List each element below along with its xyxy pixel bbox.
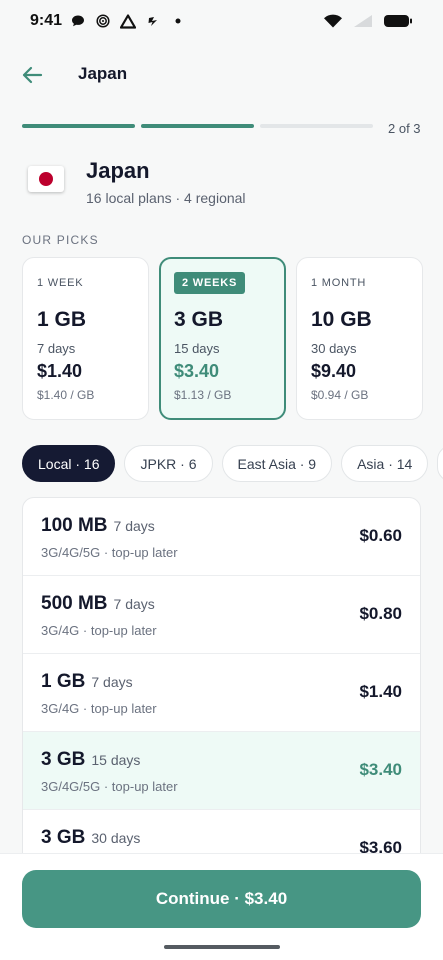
wifi-icon bbox=[323, 13, 343, 29]
plan-days: 15 days bbox=[91, 752, 141, 768]
chat-bubble-icon bbox=[70, 13, 86, 29]
plan-days: 30 days bbox=[91, 830, 141, 846]
progress-segment-1 bbox=[22, 124, 135, 128]
signal-icon bbox=[353, 13, 373, 29]
plan-days: 7 days bbox=[113, 518, 155, 534]
step-progress bbox=[22, 124, 373, 128]
plan-price: $3.40 bbox=[359, 760, 402, 779]
pick-price: $3.40 bbox=[174, 361, 220, 381]
plan-data-amount: 100 MB 7 days bbox=[41, 515, 155, 537]
pick-price: $1.40 bbox=[37, 361, 83, 381]
status-time: 9:41 bbox=[30, 12, 63, 29]
plan-row-selected[interactable]: 3 GB 15 days 3G/4G/5G · top-up later $3.4… bbox=[23, 732, 420, 810]
notification-icons bbox=[70, 13, 186, 29]
pick-days: 30 days bbox=[311, 341, 357, 356]
plan-network: 3G/4G/5G · top-up later bbox=[41, 779, 178, 794]
pick-duration-label: 2 WEEKS bbox=[174, 272, 246, 294]
chip-more[interactable] bbox=[437, 445, 443, 482]
page-title: Japan bbox=[78, 64, 128, 83]
progress-segment-2 bbox=[141, 124, 254, 128]
back-button[interactable] bbox=[18, 62, 46, 88]
plan-network: 3G/4G · top-up later bbox=[41, 701, 157, 716]
chip-local[interactable]: Local · 16 bbox=[22, 445, 116, 482]
pick-card-2-weeks[interactable]: 2 WEEKS 3 GB 15 days $3.40 $1.13 / GB bbox=[159, 257, 286, 420]
target-icon bbox=[95, 13, 111, 29]
plan-network: 3G/4G · top-up later bbox=[41, 623, 157, 638]
step-indicator: 2 of 3 bbox=[388, 121, 421, 136]
plan-row[interactable]: 500 MB 7 days 3G/4G · top-up later $0.80 bbox=[23, 576, 420, 654]
pick-days: 15 days bbox=[174, 341, 220, 356]
bolt-icon bbox=[145, 13, 161, 29]
pick-duration-label: 1 WEEK bbox=[37, 277, 84, 289]
plan-list: 100 MB 7 days 3G/4G/5G · top-up later $0.… bbox=[22, 497, 421, 857]
arrow-left-icon bbox=[22, 66, 43, 84]
plan-data-value: 3 GB bbox=[41, 749, 86, 770]
pick-duration-label: 1 MONTH bbox=[311, 277, 367, 289]
japan-flag-icon bbox=[28, 166, 64, 192]
country-subtitle: 16 local plans · 4 regional bbox=[86, 190, 246, 206]
home-indicator[interactable] bbox=[164, 945, 280, 949]
system-icons bbox=[323, 13, 413, 29]
plan-network: 3G/4G/5G · top-up later bbox=[41, 545, 178, 560]
plan-days: 7 days bbox=[91, 674, 133, 690]
plan-data-value: 100 MB bbox=[41, 515, 108, 536]
battery-icon bbox=[383, 13, 413, 29]
status-bar: 9:41 bbox=[0, 0, 443, 44]
plan-price: $1.40 bbox=[359, 682, 402, 701]
pick-price: $9.40 bbox=[311, 361, 357, 381]
pick-card-1-week[interactable]: 1 WEEK 1 GB 7 days $1.40 $1.40 / GB bbox=[22, 257, 149, 420]
pick-data-amount: 3 GB bbox=[174, 308, 224, 331]
plan-data-value: 3 GB bbox=[41, 827, 86, 848]
pick-unit-price: $1.40 / GB bbox=[37, 388, 95, 402]
chip-asia[interactable]: Asia · 14 bbox=[341, 445, 429, 482]
plan-data-amount: 1 GB 7 days bbox=[41, 671, 133, 693]
filter-chips: Local · 16 JPKR · 6 East Asia · 9 Asia ·… bbox=[22, 445, 443, 482]
pick-data-amount: 10 GB bbox=[311, 308, 372, 331]
plan-row[interactable]: 3 GB 30 days $3.60 bbox=[23, 810, 420, 856]
pick-data-amount: 1 GB bbox=[37, 308, 87, 331]
plan-data-amount: 3 GB 30 days bbox=[41, 827, 140, 849]
plan-price: $0.60 bbox=[359, 526, 402, 545]
plan-data-amount: 3 GB 15 days bbox=[41, 749, 140, 771]
pick-card-1-month[interactable]: 1 MONTH 10 GB 30 days $9.40 $0.94 / GB bbox=[296, 257, 423, 420]
plan-data-amount: 500 MB 7 days bbox=[41, 593, 155, 615]
dot-icon bbox=[170, 13, 186, 29]
pick-unit-price: $1.13 / GB bbox=[174, 388, 232, 402]
continue-button[interactable]: Continue · $3.40 bbox=[22, 870, 421, 928]
plan-data-value: 500 MB bbox=[41, 593, 108, 614]
plan-price: $0.80 bbox=[359, 604, 402, 623]
plan-row[interactable]: 1 GB 7 days 3G/4G · top-up later $1.40 bbox=[23, 654, 420, 732]
bottom-bar: Continue · $3.40 bbox=[0, 853, 443, 960]
picks-section-label: OUR PICKS bbox=[22, 233, 99, 247]
chip-jpkr[interactable]: JPKR · 6 bbox=[124, 445, 213, 482]
plan-days: 7 days bbox=[113, 596, 155, 612]
progress-segment-3 bbox=[260, 124, 373, 128]
chip-east-asia[interactable]: East Asia · 9 bbox=[221, 445, 333, 482]
triangle-icon bbox=[120, 13, 136, 29]
picks-row: 1 WEEK 1 GB 7 days $1.40 $1.40 / GB 2 WE… bbox=[22, 257, 423, 420]
plan-data-value: 1 GB bbox=[41, 671, 86, 692]
pick-days: 7 days bbox=[37, 341, 76, 356]
pick-unit-price: $0.94 / GB bbox=[311, 388, 369, 402]
country-name: Japan bbox=[86, 158, 150, 183]
plan-row[interactable]: 100 MB 7 days 3G/4G/5G · top-up later $0.… bbox=[23, 498, 420, 576]
